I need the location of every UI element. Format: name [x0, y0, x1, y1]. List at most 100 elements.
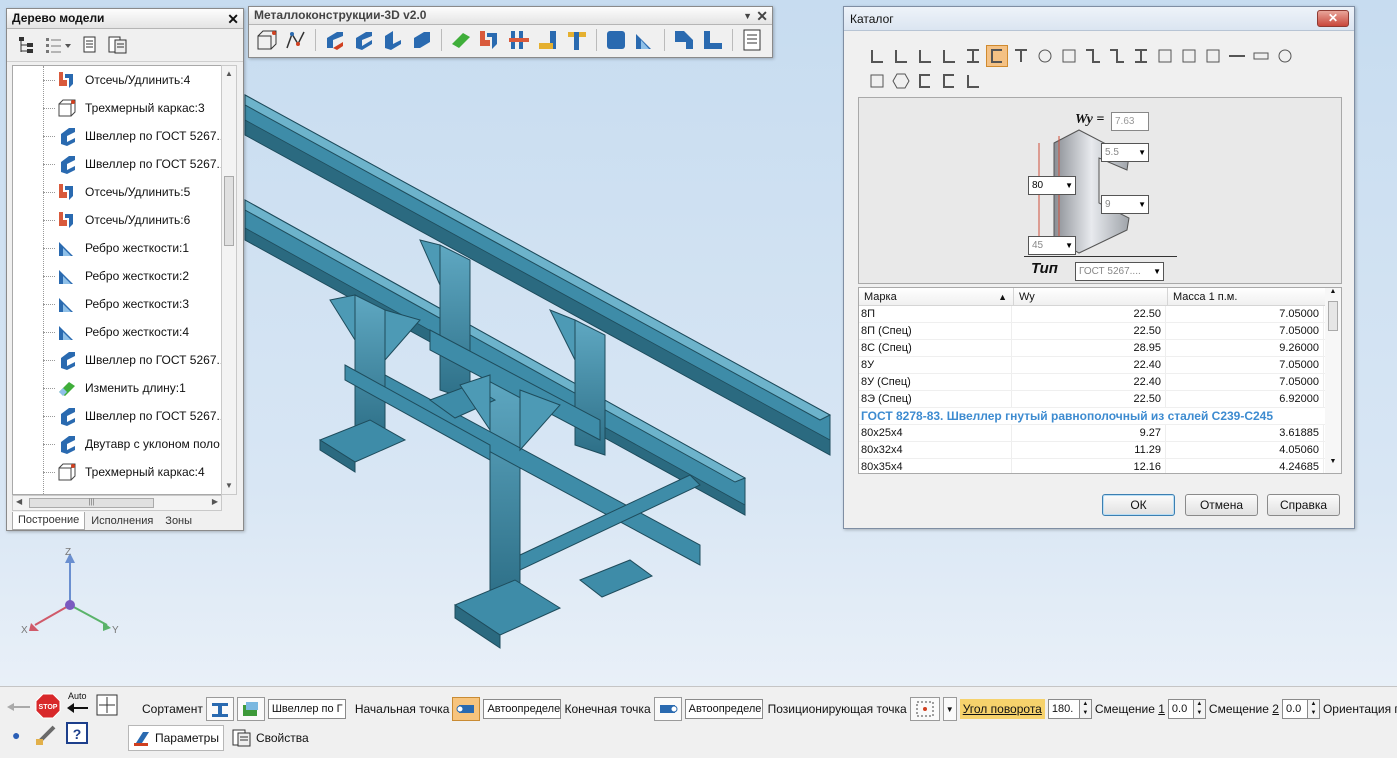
bent-angle-icon[interactable]: [962, 70, 984, 92]
pipe-frame-icon[interactable]: [1154, 45, 1176, 67]
tube-icon[interactable]: [409, 27, 435, 53]
table-row[interactable]: 8У 22.40 7.05000: [859, 357, 1341, 374]
scroll-up-icon[interactable]: ▲: [1325, 288, 1341, 295]
snap-icon[interactable]: [95, 693, 121, 717]
tree-item[interactable]: Швеллер по ГОСТ 5267.1: [13, 346, 226, 374]
hexagon-bar-icon[interactable]: [890, 70, 912, 92]
tree-item[interactable]: Ребро жесткости:1: [13, 234, 226, 262]
cancel-button[interactable]: Отмена: [1185, 494, 1258, 516]
rotation-angle-value[interactable]: 180.: [1047, 699, 1080, 719]
channel-selected-icon[interactable]: [986, 45, 1008, 67]
model-tree-list[interactable]: Отсечь/Удлинить:4 Трехмерный каркас:3 Швел…: [12, 65, 227, 495]
table-row[interactable]: 8С (Спец) 28.95 9.26000: [859, 340, 1341, 357]
table-vertical-scrollbar[interactable]: ▲ ▼: [1325, 288, 1341, 473]
tree-item[interactable]: Ребро жесткости:4: [13, 318, 226, 346]
height-select[interactable]: 80 ▼: [1028, 176, 1076, 195]
tree-list-icon[interactable]: [43, 34, 73, 56]
end-point-field[interactable]: Автоопределе: [684, 699, 763, 719]
offset-2-spinner[interactable]: 0.0 ▲ ▼: [1281, 699, 1320, 719]
square-tube-icon[interactable]: [1058, 45, 1080, 67]
offset-2-value[interactable]: 0.0: [1281, 699, 1308, 719]
circle-bar-icon[interactable]: [1274, 45, 1296, 67]
tree-item[interactable]: Ребро жесткости:3: [13, 290, 226, 318]
table-row[interactable]: 80x25x4 9.27 3.61885: [859, 425, 1341, 442]
close-icon[interactable]: ✕: [227, 10, 239, 29]
tree-item[interactable]: Отсечь/Удлинить:6: [13, 206, 226, 234]
angle-icon[interactable]: [380, 27, 406, 53]
help-button[interactable]: Справка: [1267, 494, 1340, 516]
channel-icon[interactable]: [351, 27, 377, 53]
tree-structure-icon[interactable]: [15, 34, 37, 56]
table-row[interactable]: 80x32x4 11.29 4.05060: [859, 442, 1341, 459]
round-tube-icon[interactable]: [1034, 45, 1056, 67]
tree-item[interactable]: Трехмерный каркас:3: [13, 94, 226, 122]
table-row[interactable]: 8У (Спец) 22.40 7.05000: [859, 374, 1341, 391]
scroll-up-icon[interactable]: ▲: [222, 66, 236, 82]
offset-1-value[interactable]: 0.0: [1167, 699, 1194, 719]
tree-horizontal-scrollbar[interactable]: ◀ ||| ▶: [12, 495, 222, 511]
scroll-thumb[interactable]: [224, 176, 234, 246]
table-group-header[interactable]: ГОСТ 8278-83. Швеллер гнутый равнополочн…: [859, 408, 1341, 425]
bent-channel-icon[interactable]: [914, 70, 936, 92]
properties-list-icon[interactable]: [107, 34, 129, 56]
positioning-dropdown-icon[interactable]: ▼: [942, 697, 957, 721]
change-length-icon[interactable]: [448, 27, 474, 53]
scroll-left-icon[interactable]: ◀: [16, 497, 22, 506]
tab-properties[interactable]: Свойства: [228, 725, 313, 751]
profile-table[interactable]: Марка ▲ Wy Масса 1 п.м. 8П 22.50 7.05000 8П …: [858, 287, 1342, 474]
dimension-mid-select[interactable]: 9 ▼: [1101, 195, 1149, 214]
offset-1-spinner[interactable]: 0.0 ▲ ▼: [1167, 699, 1206, 719]
table-row[interactable]: 8П 22.50 7.05000: [859, 306, 1341, 323]
point-icon[interactable]: ●: [12, 727, 20, 743]
t-section-icon[interactable]: [1010, 45, 1032, 67]
help-icon[interactable]: ?: [66, 722, 90, 746]
document-icon[interactable]: [79, 34, 101, 56]
table-row[interactable]: 80x35x4 12.16 4.24685: [859, 459, 1341, 473]
angle-unequal-icon[interactable]: [890, 45, 912, 67]
scroll-right-icon[interactable]: ▶: [212, 497, 218, 506]
positioning-grid-icon[interactable]: [909, 697, 940, 721]
ok-button[interactable]: ОК: [1102, 494, 1175, 516]
specification-icon[interactable]: [739, 27, 765, 53]
tree-item[interactable]: Отсечь/Удлинить:4: [13, 66, 226, 94]
strip-icon[interactable]: [1226, 45, 1248, 67]
trim-extend-icon[interactable]: [477, 27, 503, 53]
joint-icon[interactable]: [535, 27, 561, 53]
tree-item[interactable]: Ребро жесткости:2: [13, 262, 226, 290]
column-mass[interactable]: Масса 1 п.м.: [1168, 288, 1326, 305]
profile-beam-icon[interactable]: [322, 27, 348, 53]
wy-value-field[interactable]: 7.63: [1111, 112, 1149, 131]
width-select[interactable]: 45 ▼: [1028, 236, 1076, 255]
cut-icon[interactable]: [506, 27, 532, 53]
angle-small-icon[interactable]: [914, 45, 936, 67]
tab-zones[interactable]: Зоны: [159, 512, 198, 530]
zigzag-profile-icon[interactable]: [1106, 45, 1128, 67]
3d-frame-icon[interactable]: [254, 27, 280, 53]
dimension-top-select[interactable]: 5.5 ▼: [1101, 143, 1149, 162]
tab-executions[interactable]: Исполнения: [85, 512, 159, 530]
angle-equal-icon[interactable]: [866, 45, 888, 67]
scroll-thumb-horizontal[interactable]: |||: [29, 498, 154, 508]
scroll-down-icon[interactable]: ▼: [1325, 458, 1341, 465]
angle-thin-icon[interactable]: [938, 45, 960, 67]
scroll-thumb[interactable]: [1328, 301, 1338, 331]
plate-icon[interactable]: [603, 27, 629, 53]
tree-item[interactable]: Отсечь/Удлинить:5: [13, 178, 226, 206]
brush-icon[interactable]: [34, 723, 60, 747]
sortament-field[interactable]: Швеллер по Г: [267, 699, 346, 719]
i-frame-icon[interactable]: [1178, 45, 1200, 67]
tree-item[interactable]: Швеллер по ГОСТ 5267.1: [13, 402, 226, 430]
tree-item[interactable]: Швеллер по ГОСТ 5267.1: [13, 150, 226, 178]
close-icon[interactable]: ✕: [756, 8, 768, 25]
table-row[interactable]: 8Э (Спец) 22.50 6.92000: [859, 391, 1341, 408]
corner-icon[interactable]: [700, 27, 726, 53]
dropdown-arrow-icon[interactable]: ▼: [743, 8, 752, 25]
arrow-left-icon[interactable]: [6, 701, 32, 713]
stiffener-icon[interactable]: [632, 27, 658, 53]
auto-apply-icon[interactable]: [66, 701, 92, 715]
tree-vertical-scrollbar[interactable]: ▲ ▼: [221, 65, 237, 495]
sortament-catalog-icon[interactable]: [205, 697, 234, 721]
stop-icon[interactable]: STOP: [35, 693, 61, 719]
library-icon[interactable]: [236, 697, 265, 721]
start-point-field[interactable]: Автоопределе: [483, 699, 562, 719]
